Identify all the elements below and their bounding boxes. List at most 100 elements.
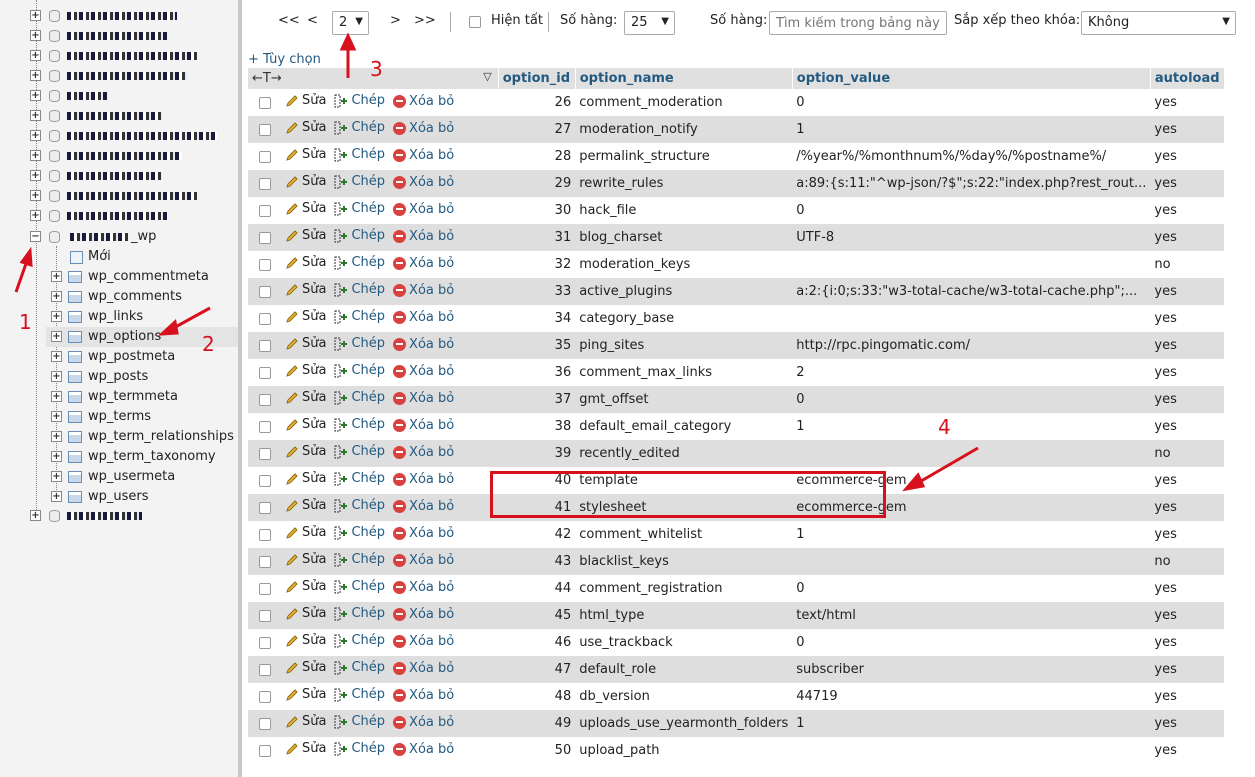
edit-button[interactable]: Sửa [285, 525, 326, 540]
expand-icon[interactable]: + [30, 150, 41, 161]
sidebar-item-wp-term-taxonomy[interactable]: + wp_term_taxonomy [46, 447, 238, 467]
edit-button[interactable]: Sửa [285, 606, 326, 621]
copy-button[interactable]: Chép [334, 498, 385, 513]
edit-button[interactable]: Sửa [285, 228, 326, 243]
delete-button[interactable]: Xóa bỏ [393, 688, 454, 703]
column-header-option-id[interactable]: option_id [498, 68, 576, 89]
row-checkbox[interactable] [258, 474, 271, 487]
edit-button[interactable]: Sửa [285, 201, 326, 216]
delete-button[interactable]: Xóa bỏ [393, 202, 454, 217]
edit-button[interactable]: Sửa [285, 417, 326, 432]
expand-icon[interactable]: + [51, 331, 62, 342]
edit-button[interactable]: Sửa [285, 282, 326, 297]
database-item[interactable]: + [0, 126, 238, 146]
row-checkbox[interactable] [258, 177, 271, 190]
row-checkbox[interactable] [258, 204, 271, 217]
database-item[interactable]: + [0, 206, 238, 226]
copy-button[interactable]: Chép [334, 147, 385, 162]
delete-button[interactable]: Xóa bỏ [393, 364, 454, 379]
copy-button[interactable]: Chép [334, 174, 385, 189]
row-checkbox[interactable] [258, 231, 271, 244]
sidebar-item-wp-posts[interactable]: + wp_posts [46, 367, 238, 387]
expand-icon[interactable]: + [51, 391, 62, 402]
delete-button[interactable]: Xóa bỏ [393, 391, 454, 406]
database-item[interactable]: + [0, 86, 238, 106]
expand-icon[interactable]: + [30, 70, 41, 81]
copy-button[interactable]: Chép [334, 93, 385, 108]
copy-button[interactable]: Chép [334, 579, 385, 594]
copy-button[interactable]: Chép [334, 714, 385, 729]
row-checkbox[interactable] [258, 582, 271, 595]
edit-button[interactable]: Sửa [285, 444, 326, 459]
delete-button[interactable]: Xóa bỏ [393, 310, 454, 325]
copy-button[interactable]: Chép [334, 471, 385, 486]
copy-button[interactable]: Chép [334, 687, 385, 702]
edit-button[interactable]: Sửa [285, 93, 326, 108]
expand-icon[interactable]: + [51, 311, 62, 322]
column-header-autoload[interactable]: autoload [1150, 68, 1225, 89]
copy-button[interactable]: Chép [334, 255, 385, 270]
sidebar-item-wp-commentmeta[interactable]: + wp_commentmeta [46, 267, 238, 287]
expand-icon[interactable]: + [51, 291, 62, 302]
row-checkbox[interactable] [258, 663, 271, 676]
sidebar-item-wp-links[interactable]: + wp_links [46, 307, 238, 327]
edit-button[interactable]: Sửa [285, 552, 326, 567]
row-checkbox[interactable] [258, 528, 271, 541]
expand-icon[interactable]: + [51, 351, 62, 362]
delete-button[interactable]: Xóa bỏ [393, 121, 454, 136]
copy-button[interactable]: Chép [334, 201, 385, 216]
sidebar-item-wp-usermeta[interactable]: + wp_usermeta [46, 467, 238, 487]
row-checkbox[interactable] [258, 150, 271, 163]
row-checkbox[interactable] [258, 285, 271, 298]
copy-button[interactable]: Chép [334, 606, 385, 621]
show-all-checkbox[interactable] [469, 16, 481, 28]
database-item[interactable]: + [0, 66, 238, 86]
delete-button[interactable]: Xóa bỏ [393, 337, 454, 352]
edit-button[interactable]: Sửa [285, 633, 326, 648]
expand-icon[interactable]: + [30, 510, 41, 521]
prev-page-button[interactable]: < [307, 13, 318, 28]
sidebar-item-wp-users[interactable]: + wp_users [46, 487, 238, 507]
expand-icon[interactable]: + [51, 271, 62, 282]
copy-button[interactable]: Chép [334, 525, 385, 540]
expand-icon[interactable]: + [51, 371, 62, 382]
rows-select[interactable]: 25 ▼ [624, 11, 675, 35]
sidebar-item-wp-term-relationships[interactable]: + wp_term_relationships [46, 427, 238, 447]
edit-button[interactable]: Sửa [285, 309, 326, 324]
copy-button[interactable]: Chép [334, 336, 385, 351]
copy-button[interactable]: Chép [334, 282, 385, 297]
expand-icon[interactable]: + [30, 210, 41, 221]
edit-button[interactable]: Sửa [285, 741, 326, 756]
edit-button[interactable]: Sửa [285, 147, 326, 162]
expand-icon[interactable]: + [51, 431, 62, 442]
row-checkbox[interactable] [258, 447, 271, 460]
sidebar-item-wp-comments[interactable]: + wp_comments [46, 287, 238, 307]
delete-button[interactable]: Xóa bỏ [393, 634, 454, 649]
expand-icon[interactable]: + [51, 411, 62, 422]
sidebar-item-wp-termmeta[interactable]: + wp_termmeta [46, 387, 238, 407]
delete-button[interactable]: Xóa bỏ [393, 553, 454, 568]
expand-icon[interactable]: + [30, 110, 41, 121]
database-item[interactable]: + [0, 26, 238, 46]
row-checkbox[interactable] [258, 690, 271, 703]
sort-key-select[interactable]: Không ▼ [1081, 11, 1236, 35]
delete-button[interactable]: Xóa bỏ [393, 445, 454, 460]
last-page-button[interactable]: >> [414, 13, 436, 28]
delete-button[interactable]: Xóa bỏ [393, 94, 454, 109]
copy-button[interactable]: Chép [334, 390, 385, 405]
delete-button[interactable]: Xóa bỏ [393, 499, 454, 514]
copy-button[interactable]: Chép [334, 309, 385, 324]
delete-button[interactable]: Xóa bỏ [393, 526, 454, 541]
row-checkbox[interactable] [258, 312, 271, 325]
delete-button[interactable]: Xóa bỏ [393, 256, 454, 271]
row-checkbox[interactable] [258, 717, 271, 730]
edit-button[interactable]: Sửa [285, 390, 326, 405]
database-item[interactable]: + [0, 46, 238, 66]
column-header-option-name[interactable]: option_name [575, 68, 793, 89]
expand-icon[interactable]: + [30, 170, 41, 181]
delete-button[interactable]: Xóa bỏ [393, 283, 454, 298]
delete-button[interactable]: Xóa bỏ [393, 607, 454, 622]
expand-icon[interactable]: + [30, 90, 41, 101]
database-item[interactable]: + [0, 146, 238, 166]
options-link[interactable]: + Tùy chọn [248, 52, 321, 67]
